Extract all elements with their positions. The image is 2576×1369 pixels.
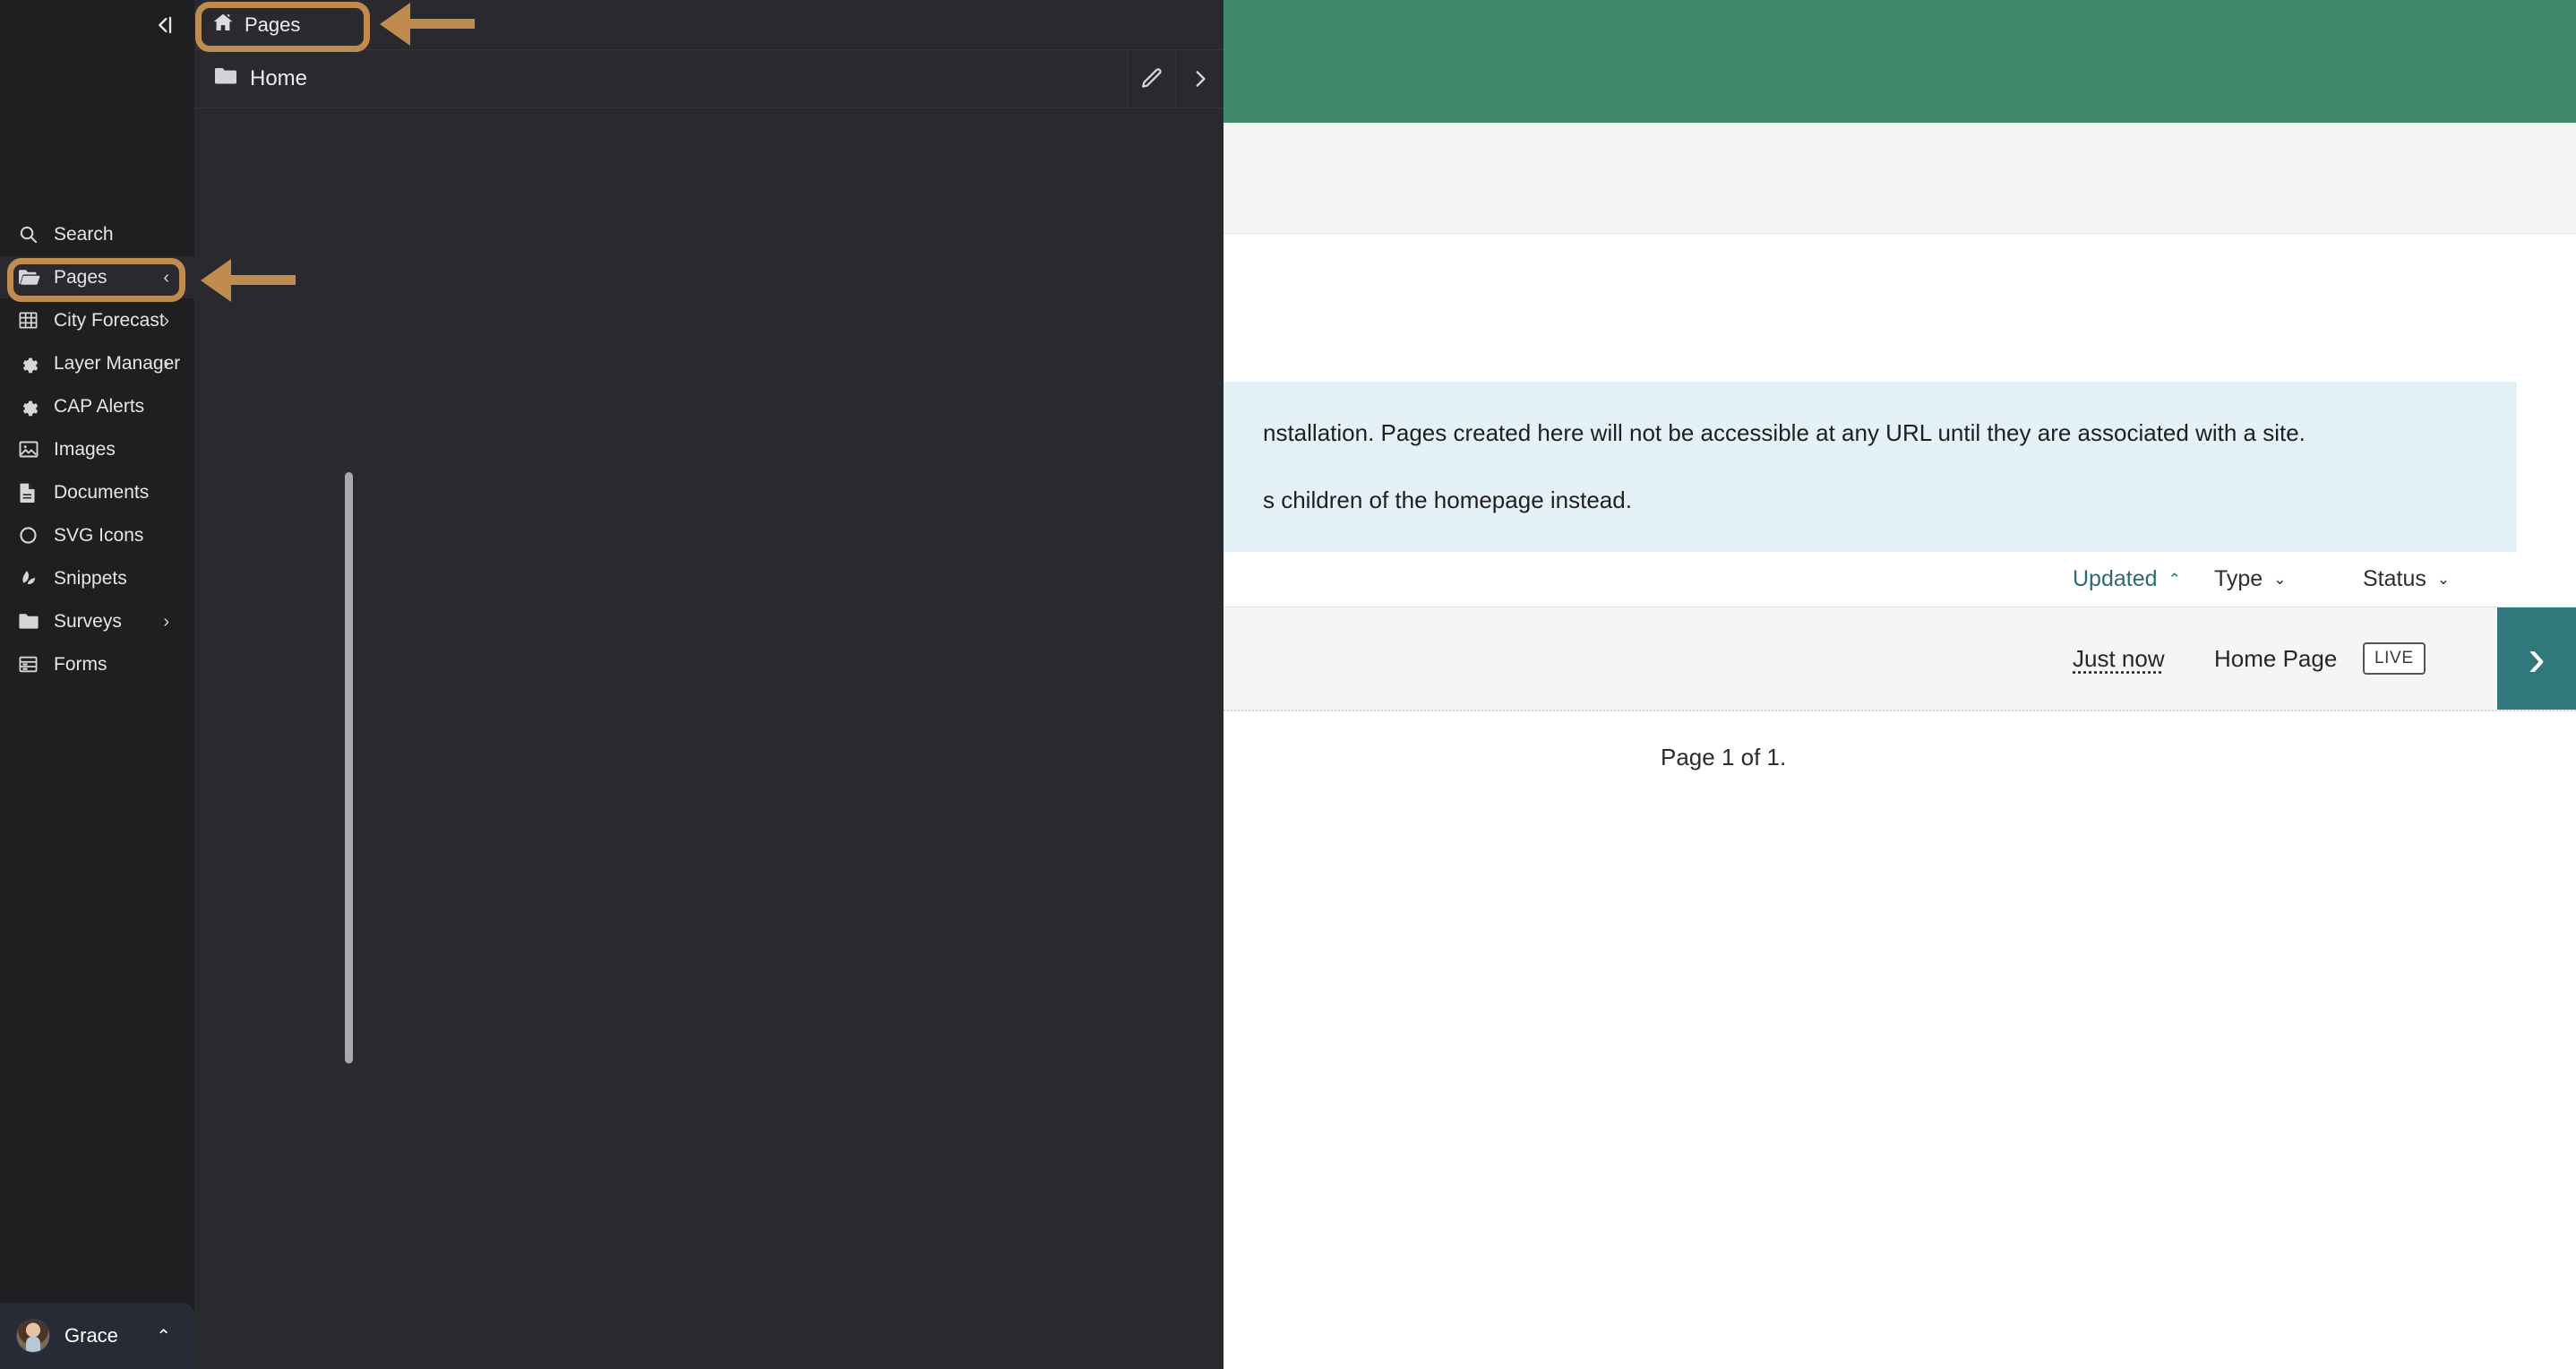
table-header-row: Updated ⌃ Type ⌄ Status ⌄ [1224,552,2576,607]
sidebar-item-layer-manager[interactable]: Layer Manager › [0,342,194,384]
sidebar-item-city-forecast[interactable]: City Forecast › [0,299,194,341]
folder-icon [18,612,48,631]
sidebar-item-search[interactable]: Search [0,213,194,255]
cell-type: Home Page [2214,607,2363,710]
chevron-up-icon: ⌃ [156,1326,171,1347]
collapse-sidebar-button[interactable] [151,13,176,42]
explorer-edit-button[interactable] [1127,50,1175,108]
sidebar-item-snippets[interactable]: Snippets [0,557,194,599]
page-body: nstallation. Pages created here will not… [1224,234,2576,1369]
chevron-left-icon: ‹ [163,267,169,288]
pencil-icon [1139,66,1164,91]
column-header-updated-label: Updated [2073,566,2158,591]
pages-listing-table: Updated ⌃ Type ⌄ Status ⌄ Just now Home … [1224,552,2576,771]
status-badge: LIVE [2363,642,2426,675]
explorer-root-label: Pages [245,13,301,36]
leaf-icon [18,568,48,589]
page-header-bar [1224,0,2576,123]
sidebar-item-label: Search [54,223,114,245]
cell-status: LIVE [2363,607,2497,710]
sidebar-item-label: Pages [54,266,107,288]
image-icon [18,440,48,460]
primary-sidebar: Search Pages ‹ City Forecast › Layer Man… [0,0,194,1369]
column-header-type[interactable]: Type ⌄ [2214,566,2363,592]
sort-asc-icon: ⌃ [2168,570,2181,588]
folder-icon [214,66,237,92]
table-row[interactable]: Just now Home Page LIVE › [1224,607,2576,711]
sidebar-item-label: City Forecast [54,309,165,331]
pagination-label: Page 1 of 1. [1661,744,1787,771]
collapse-sidebar-icon [151,16,176,41]
chevron-right-icon: › [163,611,169,632]
page-type-label: Home Page [2214,644,2338,672]
chevron-right-icon: › [163,353,169,374]
chevron-down-icon: ⌄ [2273,570,2287,588]
explorer-root-breadcrumb[interactable]: Pages [194,0,1224,49]
sidebar-nav: Search Pages ‹ City Forecast › Layer Man… [0,213,194,686]
explorer-expand-button[interactable] [1175,50,1224,108]
sidebar-item-documents[interactable]: Documents [0,471,194,513]
column-header-status-label: Status [2363,566,2426,591]
avatar [16,1319,50,1353]
updated-timestamp[interactable]: Just now [2073,645,2165,673]
sidebar-item-images[interactable]: Images [0,428,194,470]
row-drilldown-button[interactable]: › [2497,607,2576,710]
sidebar-item-label: Documents [54,481,150,503]
chevron-down-icon: ⌄ [2436,570,2451,588]
info-banner-line-1: nstallation. Pages created here will not… [1263,419,2306,446]
cell-title[interactable] [1224,607,2073,710]
sidebar-item-label: SVG Icons [54,524,144,546]
circle-icon [18,525,48,546]
chevron-right-icon: › [2528,629,2546,687]
info-banner-line-2: s children of the homepage instead. [1263,486,1632,513]
sidebar-item-pages[interactable]: Pages ‹ [0,256,194,298]
explorer-scrollbar[interactable] [345,472,353,1063]
search-icon [18,224,48,245]
sidebar-item-surveys[interactable]: Surveys › [0,600,194,642]
column-header-updated[interactable]: Updated ⌃ [2073,566,2214,592]
sidebar-item-label: Forms [54,653,107,675]
sidebar-item-cap-alerts[interactable]: CAP Alerts [0,385,194,427]
gear-icon [18,353,48,374]
cell-updated: Just now [2073,607,2214,710]
sidebar-item-svg-icons[interactable]: SVG Icons [0,514,194,556]
sidebar-item-label: Layer Manager [54,352,181,374]
form-icon [18,655,48,674]
explorer-row-home[interactable]: Home [194,49,1224,108]
sidebar-item-forms[interactable]: Forms [0,643,194,685]
user-name-label: Grace [64,1324,118,1347]
sidebar-item-label: Surveys [54,610,122,632]
folder-open-icon [18,268,48,287]
chevron-right-icon: › [163,310,169,331]
info-banner: nstallation. Pages created here will not… [1224,382,2517,554]
table-icon [18,310,48,331]
chevron-right-icon [1189,67,1212,90]
explorer-row-home-label-wrap[interactable]: Home [194,50,1127,108]
user-menu-button[interactable]: Grace ⌃ [0,1303,194,1369]
home-icon [212,12,234,39]
gear-icon [18,396,48,417]
page-subheader-bar [1224,123,2576,234]
explorer-row-home-label: Home [250,66,308,90]
sidebar-item-label: Snippets [54,567,127,589]
cell-actions: › [2497,607,2576,710]
column-header-status[interactable]: Status ⌄ [2363,566,2497,592]
sidebar-item-label: Images [54,438,116,460]
sidebar-item-label: CAP Alerts [54,395,145,417]
column-header-type-label: Type [2214,566,2263,591]
document-icon [18,482,48,504]
